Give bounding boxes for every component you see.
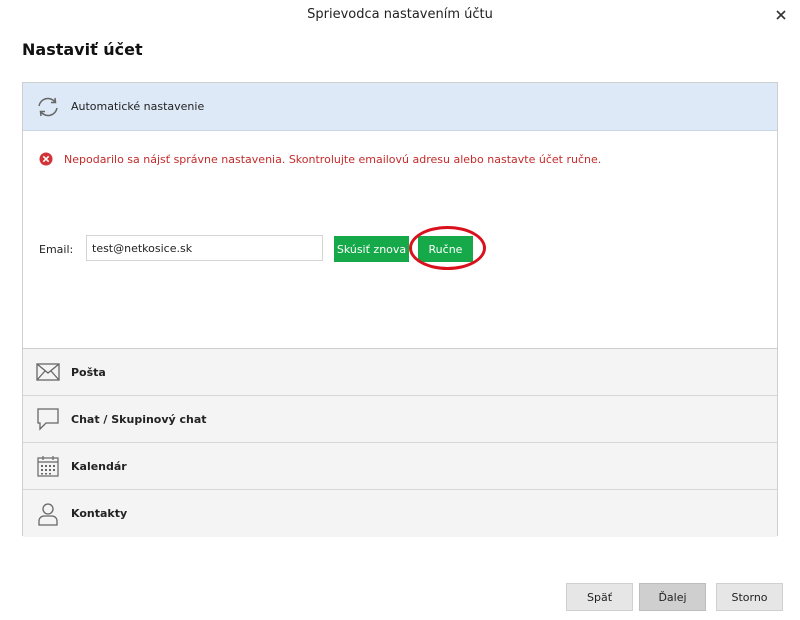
page-title: Nastaviť účet: [22, 40, 143, 59]
mail-icon: [32, 358, 64, 386]
error-icon: [39, 152, 53, 166]
contact-icon: [32, 500, 64, 528]
manual-setup-button[interactable]: Ručne: [418, 236, 473, 262]
section-chat[interactable]: Chat / Skupinový chat: [23, 396, 777, 443]
section-label: Pošta: [71, 365, 106, 379]
error-text: Nepodarilo sa nájsť správne nastavenia. …: [64, 152, 602, 166]
email-label: Email:: [39, 243, 74, 256]
automatic-setup-body: Nepodarilo sa nájsť správne nastavenia. …: [23, 131, 777, 349]
chat-icon: [32, 405, 64, 433]
next-button[interactable]: Ďalej: [639, 583, 706, 611]
section-label: Kalendár: [71, 459, 127, 473]
sync-icon: [32, 93, 64, 121]
window-title: Sprievodca nastavením účtu: [307, 7, 493, 22]
section-calendar[interactable]: Kalendár: [23, 443, 777, 490]
email-input[interactable]: [86, 235, 323, 261]
title-bar: Sprievodca nastavením účtu: [0, 0, 800, 30]
error-message: Nepodarilo sa nájsť správne nastavenia. …: [39, 152, 601, 166]
back-button[interactable]: Späť: [566, 583, 633, 611]
section-contacts[interactable]: Kontakty: [23, 490, 777, 537]
section-label: Automatické nastavenie: [71, 100, 205, 113]
section-mail[interactable]: Pošta: [23, 349, 777, 396]
close-icon: [776, 10, 786, 20]
section-label: Chat / Skupinový chat: [71, 412, 207, 426]
close-button[interactable]: [772, 6, 790, 24]
retry-button[interactable]: Skúsiť znova: [334, 236, 409, 262]
section-label: Kontakty: [71, 507, 128, 520]
account-setup-panel: Automatické nastavenie Nepodarilo sa náj…: [22, 82, 778, 537]
cancel-button[interactable]: Storno: [716, 583, 783, 611]
calendar-icon: [32, 452, 64, 480]
section-automatic-setup[interactable]: Automatické nastavenie: [23, 83, 777, 131]
